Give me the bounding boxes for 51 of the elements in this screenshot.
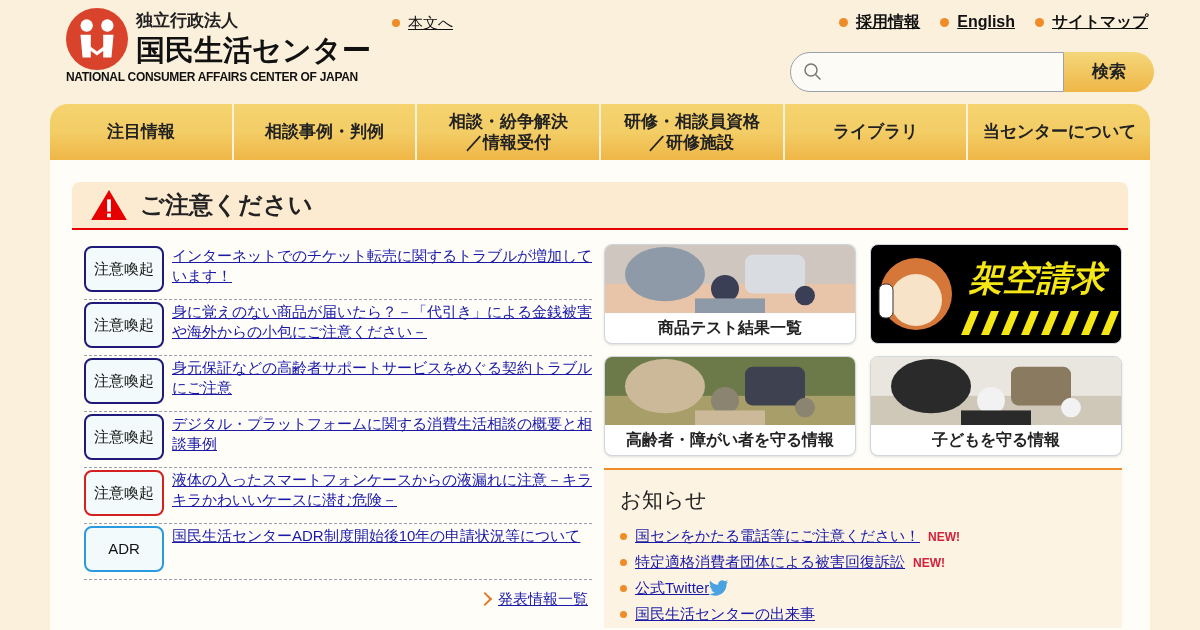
- news-link[interactable]: デジタル・プラットフォームに関する消費生活相談の概要と相談事例: [172, 414, 592, 455]
- feature-tile[interactable]: 高齢者・障がい者を守る情報: [604, 356, 856, 456]
- logo-icon: [66, 8, 128, 70]
- utility-link[interactable]: 採用情報: [856, 10, 921, 34]
- org-name-english: NATIONAL CONSUMER AFFAIRS CENTER OF JAPAN: [66, 69, 359, 86]
- more-link[interactable]: 発表情報一覧: [498, 588, 588, 611]
- search-icon: [803, 62, 823, 82]
- skip-link[interactable]: 本文へ: [408, 12, 453, 35]
- category-tag: 注意喚起: [84, 246, 164, 292]
- search-button[interactable]: 検索: [1064, 52, 1154, 92]
- feature-tile[interactable]: 商品テスト結果一覧: [604, 244, 856, 344]
- org-type: 独立行政法人: [136, 10, 239, 32]
- category-tag: ADR: [84, 526, 164, 572]
- warning-icon: [90, 189, 128, 221]
- banner-title: 架空請求: [961, 261, 1121, 295]
- bird-icon: [709, 580, 730, 597]
- tile-label: 子どもを守る情報: [931, 430, 1061, 450]
- category-tag: 注意喚起: [84, 470, 164, 516]
- org-name: 国民生活センター: [136, 32, 371, 68]
- tile-label: 高齢者・障がい者を守る情報: [625, 430, 835, 450]
- bullet-icon: [392, 19, 400, 28]
- section-title: ご注意ください: [140, 190, 313, 220]
- utility-link[interactable]: サイトマップ: [1052, 10, 1148, 34]
- notice-link[interactable]: 特定適格消費者団体による被害回復訴訟: [635, 551, 905, 574]
- notice-link[interactable]: 国センをかたる電話等にご注意ください！: [635, 525, 920, 548]
- new-label: NEW!: [928, 528, 960, 546]
- feature-tile[interactable]: 子どもを守る情報: [870, 356, 1122, 456]
- bullet-icon: [940, 17, 950, 27]
- notice-link[interactable]: 公式Twitter: [635, 577, 710, 600]
- nav-tab[interactable]: 注目情報: [50, 104, 232, 160]
- category-tag: 注意喚起: [84, 414, 164, 460]
- category-tag: 注意喚起: [84, 302, 164, 348]
- new-label: NEW!: [913, 554, 945, 572]
- news-link[interactable]: 身に覚えのない商品が届いたら？－「代引き」による金銭被害や海外からの小包にご注意ください－: [172, 302, 592, 343]
- bullet-icon: [1035, 17, 1044, 27]
- bullet-icon: [839, 17, 849, 27]
- bullet-icon: [620, 611, 627, 618]
- bullet-icon: [620, 533, 627, 540]
- news-link[interactable]: 液体の入ったスマートフォンケースからの液漏れに注意－キラキラかわいいケースに潜む危険－: [172, 470, 592, 511]
- utility-link[interactable]: English: [957, 10, 1015, 34]
- bullet-icon: [620, 559, 627, 566]
- news-link[interactable]: インターネットでのチケット転売に関するトラブルが増加しています！: [172, 246, 592, 287]
- tile-label: 商品テスト結果一覧: [657, 318, 803, 338]
- news-link[interactable]: 国民生活センターADR制度開始後10年の申請状況等について: [172, 526, 581, 547]
- news-link[interactable]: 身元保証などの高齢者サポートサービスをめぐる契約トラブルにご注意: [172, 358, 592, 399]
- bullet-icon: [620, 585, 627, 592]
- news-title: お知らせ: [620, 487, 708, 513]
- warning-banner[interactable]: 架空請求: [870, 244, 1122, 344]
- search-field[interactable]: [790, 52, 1064, 92]
- notice-link[interactable]: 国民生活センターの出来事: [635, 603, 815, 626]
- category-tag: 注意喚起: [84, 358, 164, 404]
